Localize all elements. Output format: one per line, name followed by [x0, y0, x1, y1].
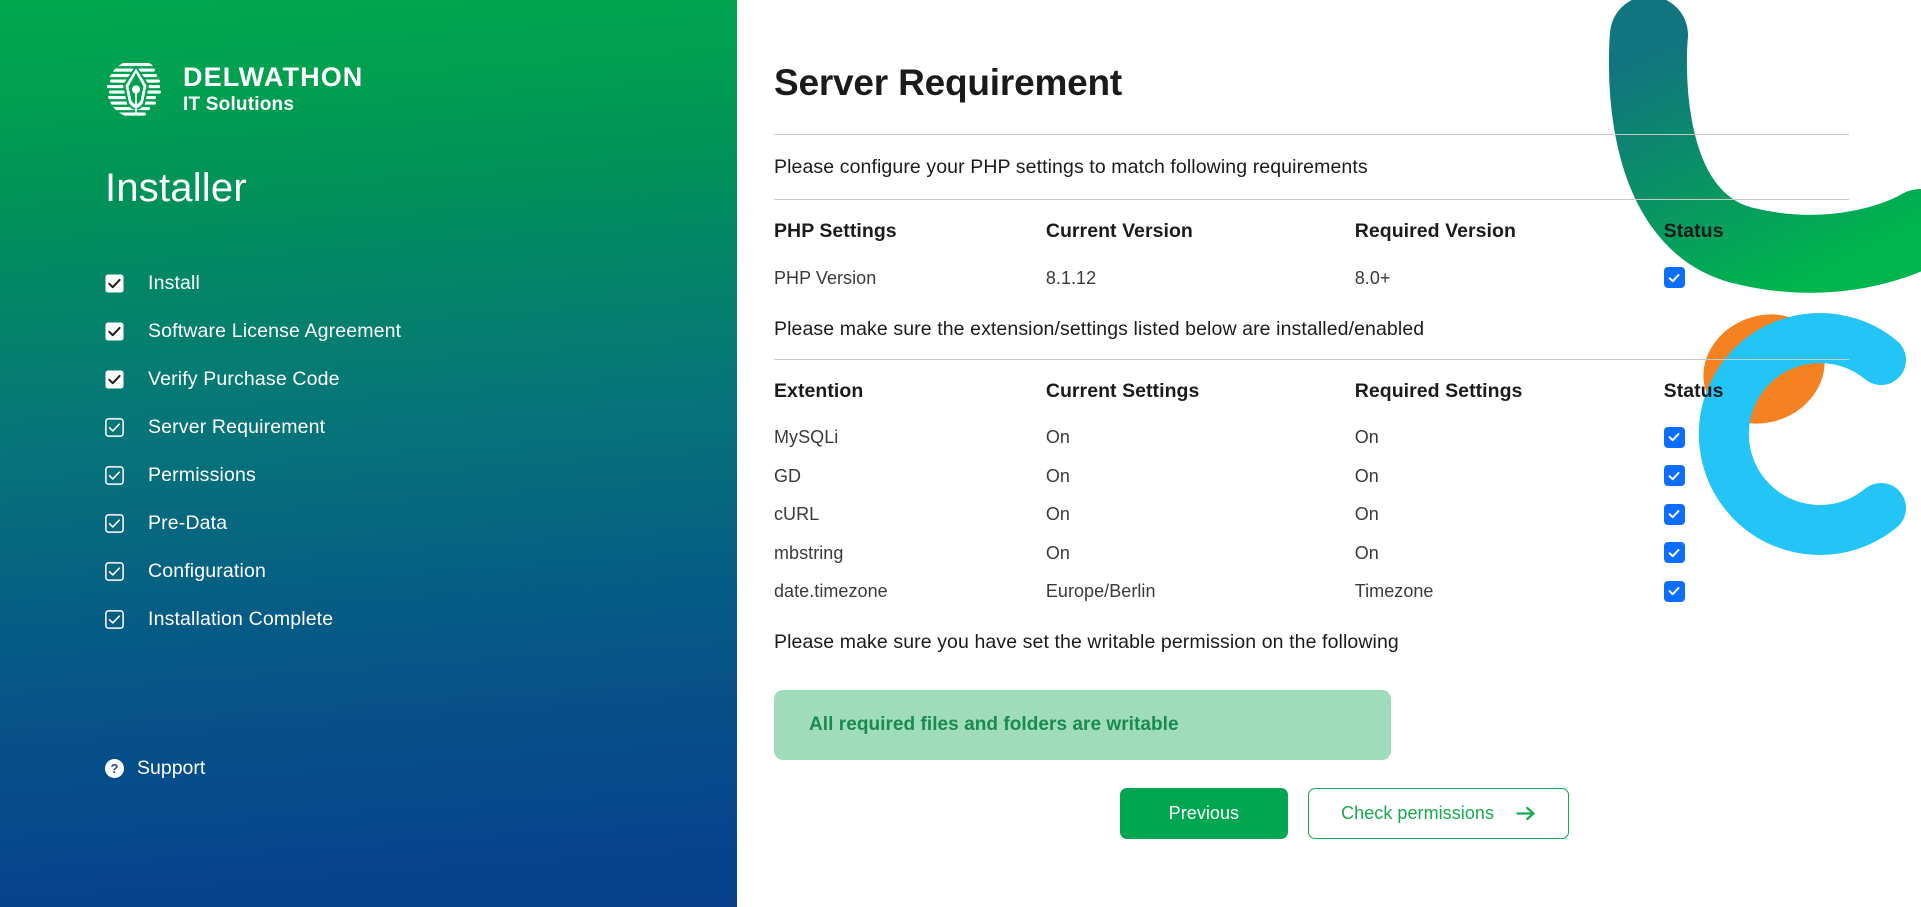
sidebar-item-label: Installation Complete — [148, 607, 334, 630]
sidebar-item-label: Software License Agreement — [148, 319, 402, 342]
table-row: MySQLi On On — [774, 419, 1849, 458]
extension-required: On — [1354, 504, 1379, 525]
sidebar-item-installation-complete[interactable]: Installation Complete — [105, 595, 737, 643]
extension-name: cURL — [774, 504, 820, 525]
extension-current: On — [1045, 427, 1070, 448]
status-checkbox-icon — [1663, 426, 1685, 448]
installer-heading: Installer — [105, 166, 247, 210]
status-checkbox-icon — [1663, 267, 1685, 288]
extension-current: On — [1045, 542, 1070, 563]
checkbox-outline-icon — [105, 609, 124, 629]
sidebar-item-label: Verify Purchase Code — [148, 367, 340, 390]
table-row: mbstring On On — [774, 534, 1849, 573]
content-column: Server Requirement Please configure your… — [774, 62, 1849, 839]
extension-name: MySQLi — [774, 427, 839, 448]
support-link[interactable]: ? Support — [105, 757, 205, 780]
sidebar-item-label: Permissions — [148, 463, 256, 486]
column-header: Required Settings — [1354, 379, 1523, 402]
question-circle-icon: ? — [105, 759, 124, 778]
status-checkbox-icon — [1663, 465, 1685, 486]
writable-permission-note: Please make sure you have set the writab… — [774, 631, 1399, 653]
extension-required: On — [1354, 542, 1379, 563]
extension-required: On — [1354, 427, 1379, 448]
checkbox-outline-icon — [105, 417, 124, 437]
sidebar-item-label: Install — [148, 271, 200, 294]
extension-name: date.timezone — [774, 581, 888, 602]
checkbox-filled-icon — [105, 322, 124, 341]
table-row: date.timezone Europe/Berlin Timezone — [774, 573, 1849, 612]
table-row: PHP Version 8.1.12 8.0+ — [774, 259, 1849, 298]
column-header: Status — [1663, 379, 1724, 402]
page-title: Server Requirement — [774, 62, 1123, 103]
column-header: Status — [1663, 220, 1724, 242]
sidebar-item-server-requirement[interactable]: Server Requirement — [105, 403, 737, 451]
table-row: GD On On — [774, 457, 1849, 496]
action-buttons: Previous Check permissions — [774, 788, 1569, 839]
php-settings-note: Please configure your PHP settings to ma… — [774, 156, 1368, 178]
logo-tagline: IT Solutions — [183, 93, 295, 115]
svg-text:?: ? — [111, 761, 119, 776]
extensions-table: Extention Current Settings Required Sett… — [774, 360, 1849, 612]
status-checkbox-icon — [1663, 580, 1685, 602]
php-setting-name: PHP Version — [774, 267, 877, 288]
table-row: cURL On On — [774, 496, 1849, 535]
installer-steps: Install Software License Agreement Verif… — [105, 259, 737, 643]
main-content: Server Requirement Please configure your… — [737, 0, 1921, 907]
extension-name: GD — [774, 465, 802, 486]
sidebar-item-configuration[interactable]: Configuration — [105, 547, 737, 595]
previous-button[interactable]: Previous — [1119, 788, 1289, 839]
php-required-version: 8.0+ — [1354, 267, 1391, 288]
pen-nib-circle-logo-icon — [105, 58, 167, 120]
support-label: Support — [137, 757, 206, 779]
arrow-right-icon — [1516, 805, 1536, 822]
extension-current: Europe/Berlin — [1045, 581, 1156, 602]
sidebar-item-pre-data[interactable]: Pre-Data — [105, 499, 737, 547]
checkbox-outline-icon — [105, 465, 124, 485]
checkbox-filled-icon — [105, 274, 124, 293]
sidebar-item-label: Configuration — [148, 559, 266, 582]
column-header: Extention — [774, 379, 864, 402]
sidebar-item-install[interactable]: Install — [105, 259, 737, 307]
extension-current: On — [1045, 504, 1070, 525]
table-header-row: Extention Current Settings Required Sett… — [774, 360, 1849, 419]
php-requirements-table: PHP Settings Current Version Required Ve… — [774, 200, 1849, 298]
sidebar-item-verify-purchase-code[interactable]: Verify Purchase Code — [105, 355, 737, 403]
brand-logo: DELWATHON IT Solutions — [105, 58, 737, 120]
column-header: Current Version — [1045, 220, 1193, 242]
column-header: PHP Settings — [774, 220, 897, 242]
extension-current: On — [1045, 465, 1070, 486]
extension-required: Timezone — [1354, 581, 1434, 602]
sidebar-item-software-license-agreement[interactable]: Software License Agreement — [105, 307, 737, 355]
sidebar-item-label: Pre-Data — [148, 511, 228, 534]
table-header-row: PHP Settings Current Version Required Ve… — [774, 200, 1849, 259]
sidebar: DELWATHON IT Solutions Installer Install — [0, 0, 737, 907]
column-header: Current Settings — [1045, 379, 1200, 402]
sidebar-item-label: Server Requirement — [148, 415, 326, 438]
checkbox-outline-icon — [105, 513, 124, 533]
sidebar-item-permissions[interactable]: Permissions — [105, 451, 737, 499]
extension-name: mbstring — [774, 542, 844, 563]
installer-page: DELWATHON IT Solutions Installer Install — [0, 0, 1921, 907]
checkbox-filled-icon — [105, 370, 124, 389]
php-current-version: 8.1.12 — [1045, 267, 1097, 288]
extension-required: On — [1354, 465, 1379, 486]
extensions-note: Please make sure the extension/settings … — [774, 317, 1425, 340]
status-checkbox-icon — [1663, 542, 1685, 563]
status-checkbox-icon — [1663, 503, 1685, 525]
check-permissions-label: Check permissions — [1341, 803, 1494, 823]
checkbox-outline-icon — [105, 561, 124, 581]
check-permissions-button[interactable]: Check permissions — [1308, 788, 1569, 839]
writable-status-alert: All required files and folders are writa… — [774, 690, 1391, 760]
logo-title: DELWATHON — [183, 61, 364, 92]
column-header: Required Version — [1354, 220, 1516, 242]
